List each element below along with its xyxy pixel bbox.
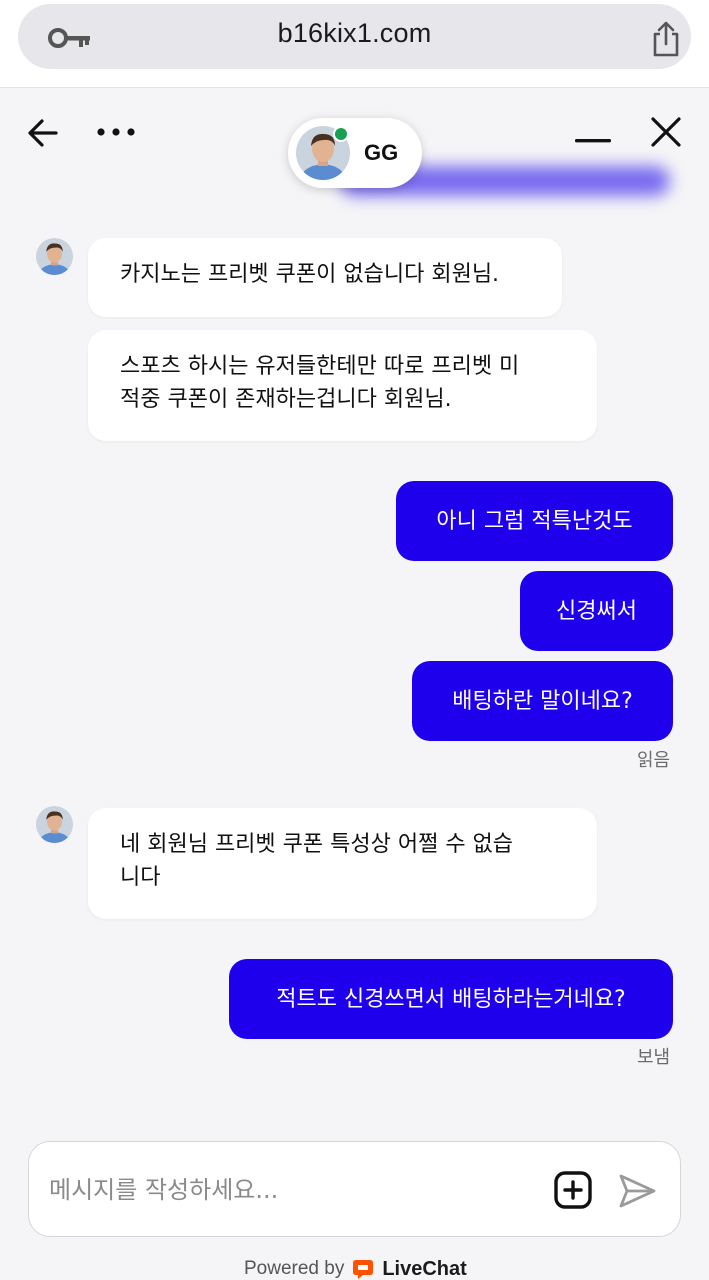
close-icon[interactable] <box>650 116 682 148</box>
message-text: 카지노는 프리벳 쿠폰이 없습니다 회원님. <box>120 262 500 287</box>
visitor-message: 신경써서 <box>520 571 673 651</box>
url-text: b16kix1.com <box>277 18 432 48</box>
message-text-line: 스포츠 하시는 유저들한테만 따로 프리벳 미 <box>120 354 520 379</box>
send-icon[interactable] <box>617 1172 657 1210</box>
visitor-message: 아니 그럼 적특난것도 <box>396 481 673 561</box>
agent-name: GG <box>364 140 399 165</box>
agent-message: 스포츠 하시는 유저들한테만 따로 프리벳 미 적중 쿠폰이 존재하는겁니다 회… <box>88 330 597 441</box>
powered-by-text: Powered by <box>244 1258 345 1279</box>
message-text-line: 적중 쿠폰이 존재하는겁니다 회원님. <box>120 387 452 412</box>
plus-square-icon[interactable] <box>553 1170 593 1210</box>
message-input[interactable] <box>49 1172 529 1208</box>
agent-message: 카지노는 프리벳 쿠폰이 없습니다 회원님. <box>88 238 562 317</box>
browser-address-bar: b16kix1.com <box>0 0 709 88</box>
minimize-icon[interactable] <box>575 138 611 144</box>
arrow-left-icon[interactable] <box>26 116 60 150</box>
message-text: 신경써서 <box>556 598 637 624</box>
powered-by-footer[interactable]: Powered by LiveChat <box>244 1255 467 1280</box>
visitor-message: 적트도 신경쓰면서 배팅하라는거네요? <box>229 959 673 1039</box>
message-text: 배팅하란 말이네요? <box>452 688 633 714</box>
message-text: 아니 그럼 적특난것도 <box>436 508 633 534</box>
message-text: 적트도 신경쓰면서 배팅하라는거네요? <box>276 986 626 1012</box>
agent-message: 네 회원님 프리벳 쿠폰 특성상 어쩔 수 없습 니다 <box>88 808 597 919</box>
message-composer <box>28 1141 681 1237</box>
chat-header: GG <box>0 88 709 218</box>
url-field[interactable]: b16kix1.com <box>18 4 691 69</box>
share-icon[interactable] <box>650 20 682 58</box>
agent-badge[interactable]: GG <box>288 118 422 188</box>
agent-avatar <box>36 238 73 275</box>
online-status-dot <box>333 126 349 142</box>
livechat-brand: LiveChat <box>382 1257 467 1280</box>
message-text-line: 니다 <box>120 865 161 890</box>
message-text-line: 네 회원님 프리벳 쿠폰 특성상 어쩔 수 없습 <box>120 832 514 857</box>
visitor-message: 배팅하란 말이네요? <box>412 661 673 741</box>
agent-avatar <box>36 806 73 843</box>
more-horizontal-icon[interactable] <box>96 126 138 138</box>
livechat-logo-icon <box>353 1260 374 1279</box>
sent-status: 보냄 <box>637 1047 671 1068</box>
read-status: 읽음 <box>637 750 671 771</box>
